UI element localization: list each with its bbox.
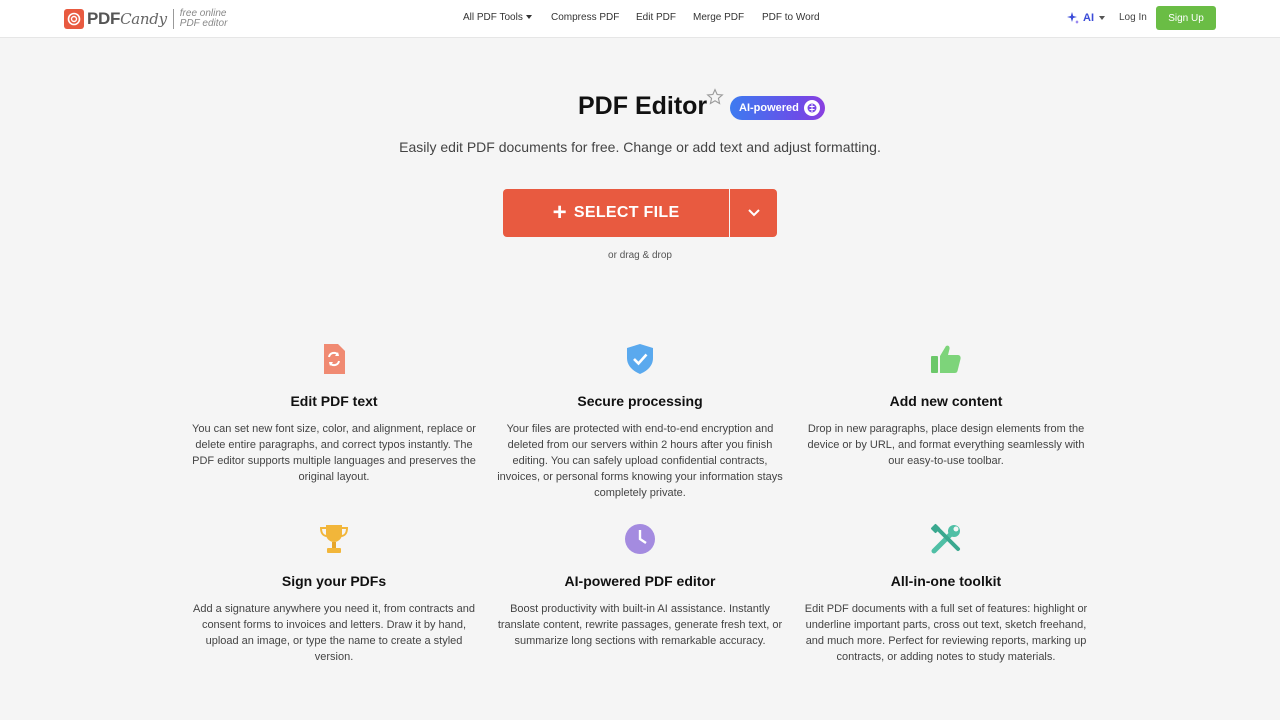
edit-document-icon	[324, 344, 345, 374]
feature-title: Secure processing	[577, 393, 703, 409]
top-navigation-bar: PDFCandy free online PDF editor All PDF …	[0, 0, 1280, 38]
shield-check-icon	[627, 344, 653, 374]
drag-drop-hint: or drag & drop	[608, 250, 672, 261]
trophy-icon	[319, 525, 349, 553]
star-favorite-icon[interactable]	[706, 88, 724, 106]
nav-all-pdf-tools[interactable]: All PDF Tools	[463, 12, 532, 23]
pdfcandy-logo[interactable]: PDFCandy free online PDF editor	[64, 7, 227, 31]
thumbs-up-icon	[931, 345, 961, 373]
caret-down-icon	[1099, 16, 1105, 20]
tools-icon	[930, 523, 960, 554]
logo-wordmark: PDFCandy	[87, 9, 167, 28]
select-file-button[interactable]: + SELECT FILE	[503, 189, 729, 237]
chevron-down-icon	[747, 209, 760, 217]
page-subtitle: Easily edit PDF documents for free. Chan…	[399, 139, 881, 155]
feature-text: Add a signature anywhere you need it, fr…	[193, 603, 475, 663]
feature-title: All-in-one toolkit	[890, 573, 1002, 589]
feature-title: Edit PDF text	[290, 393, 378, 409]
feature-edit-text: Edit PDF text You can set new font size,…	[189, 342, 479, 485]
nav-edit-pdf[interactable]: Edit PDF	[636, 12, 676, 23]
ai-powered-badge: AI-powered	[730, 96, 825, 120]
nav-merge-pdf[interactable]: Merge PDF	[693, 12, 744, 23]
feature-text: Boost productivity with built-in AI assi…	[497, 603, 783, 647]
feature-text: Drop in new paragraphs, place design ele…	[807, 423, 1085, 467]
select-file-label: SELECT FILE	[573, 204, 680, 221]
feature-sign-pdfs: Sign your PDFs Add a signature anywhere …	[189, 522, 479, 665]
clock-icon	[625, 524, 655, 554]
feature-all-in-one-toolkit: All-in-one toolkit Edit PDF documents wi…	[801, 522, 1091, 665]
feature-text: Edit PDF documents with a full set of fe…	[804, 603, 1088, 663]
feature-text: You can set new font size, color, and al…	[192, 423, 476, 483]
caret-down-icon	[525, 15, 532, 20]
login-link[interactable]: Log In	[1119, 12, 1147, 23]
feature-title: Sign your PDFs	[281, 573, 387, 589]
feature-title: Add new content	[889, 393, 1003, 409]
ai-menu[interactable]: AI	[1066, 11, 1105, 25]
logo-divider	[172, 9, 174, 29]
feature-add-content: Add new content Drop in new paragraphs, …	[801, 342, 1091, 469]
ai-menu-label: AI	[1083, 12, 1094, 24]
signup-button[interactable]: Sign Up	[1156, 6, 1216, 30]
plus-icon: +	[552, 199, 567, 226]
logo-tagline: free online PDF editor	[179, 8, 228, 29]
nav-compress-pdf[interactable]: Compress PDF	[551, 12, 619, 23]
brain-icon	[804, 100, 820, 116]
feature-ai-editor: AI-powered PDF editor Boost productivity…	[495, 522, 785, 649]
feature-secure-processing: Secure processing Your files are protect…	[495, 342, 785, 501]
ai-badge-label: AI-powered	[739, 102, 799, 114]
feature-title: AI-powered PDF editor	[564, 573, 716, 589]
select-source-dropdown[interactable]	[730, 189, 777, 237]
feature-text: Your files are protected with end-to-end…	[497, 423, 783, 499]
page-title: PDF Editor	[578, 92, 708, 120]
sparkle-icon	[1067, 12, 1079, 24]
nav-pdf-to-word[interactable]: PDF to Word	[762, 12, 820, 23]
candy-logo-icon	[64, 9, 84, 29]
